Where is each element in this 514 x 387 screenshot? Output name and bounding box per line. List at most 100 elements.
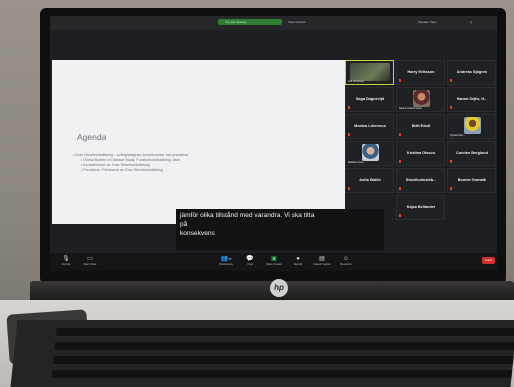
window-controls[interactable]: [] ...: [470, 20, 475, 24]
muted-mic-icon: [450, 187, 452, 190]
view-options-button[interactable]: View Options: [288, 20, 306, 24]
hp-logo: hp: [270, 279, 288, 297]
muted-mic-icon: [399, 160, 401, 163]
participant-tile[interactable]: Bonnie Granath: [447, 168, 496, 193]
reactions-button[interactable]: ☺ Reactions: [336, 255, 356, 266]
participant-label: Jeff Lönnberg: [348, 80, 364, 83]
participant-tile[interactable]: Anita Wallin: [345, 168, 394, 193]
participant-name: Britt Edulf: [411, 124, 431, 128]
share-screen-label: Share Screen: [266, 263, 282, 266]
speaker-view-button[interactable]: Speaker View: [418, 20, 436, 24]
participant-name: Andreas Sjögren: [456, 70, 488, 74]
chat-button[interactable]: 💬 Chat: [240, 255, 260, 266]
keyboard: [10, 320, 514, 387]
participant-label: Sanna Guttormsson: [399, 107, 423, 110]
record-icon: ●: [296, 256, 300, 262]
reactions-label: Reactions: [340, 263, 352, 266]
participant-name: Bonnie Granath: [457, 178, 487, 182]
chat-label: Chat: [247, 263, 253, 266]
key-row: [52, 356, 514, 364]
caption-line: konsekvens: [180, 230, 215, 237]
smiley-icon: ☺: [342, 256, 350, 262]
participant-tile[interactable]: Andreas Sjögren: [447, 60, 496, 85]
muted-mic-icon: [399, 214, 401, 217]
participant-name: Monica Lönnroos: [354, 124, 386, 128]
muted-mic-icon: [348, 133, 350, 136]
participants-label: Participants: [219, 263, 233, 266]
participant-tile[interactable]: Mattias Löwe...: [345, 141, 394, 166]
caption-line: jämför olika tillstånd med varandra. Vi …: [180, 212, 315, 219]
slide-bullet-text: Global Burden of Disease Study: Funktion…: [83, 158, 180, 162]
participant-tile[interactable]: Kristina Olsson: [396, 141, 445, 166]
participant-tile[interactable]: Sanna Guttormsson: [396, 87, 445, 112]
key-row: [55, 328, 514, 336]
participant-gallery: Jeff Lönnberg Harry Eriksson Andreas Sjö…: [345, 60, 497, 230]
record-button[interactable]: ● Record: [288, 255, 308, 266]
muted-mic-icon: [450, 79, 452, 82]
participant-tile[interactable]: Britt Edulf: [396, 114, 445, 139]
slide-bullet-text: Prevalens / Förekomst av Grav Hörselneds…: [83, 168, 163, 172]
share-status-text: You are viewing ...: [225, 20, 250, 24]
slide-title: Agenda: [77, 132, 107, 142]
muted-mic-icon: [348, 187, 350, 190]
participants-count: 25: [228, 257, 232, 261]
microphone-icon: 🎙: [62, 256, 70, 262]
participant-name: Stockholmsbib...: [405, 178, 437, 182]
participant-name: Kristina Olsson: [406, 151, 436, 155]
muted-mic-icon: [399, 187, 401, 190]
participant-tile[interactable]: Saga Dagnevijd: [345, 87, 394, 112]
participant-tile[interactable]: Harry Eriksson: [396, 60, 445, 85]
muted-mic-icon: [450, 106, 452, 109]
participant-video: [362, 144, 379, 161]
participant-label: Mattias Löwe...: [348, 161, 366, 164]
participant-tile[interactable]: Carolen Berglund: [447, 141, 496, 166]
meeting-toolbar: 🎙 Unmute ▭ Start Video 👥25 Participants 💬 Ch…: [50, 253, 497, 271]
muted-mic-icon: [399, 79, 401, 82]
participant-label: Sylvia Fäst...: [450, 134, 465, 137]
participant-name: Anita Wallin: [359, 178, 381, 182]
start-video-label: Start Video: [83, 263, 97, 266]
camera-icon: ▭: [87, 256, 93, 262]
participant-tile[interactable]: Hanna Sejfiz, H...: [447, 87, 496, 112]
share-screen-icon: ▣: [271, 256, 277, 262]
participant-name: Kajsa Bellander: [406, 205, 436, 209]
participant-name: Harry Eriksson: [407, 70, 435, 74]
record-label: Record: [293, 263, 303, 266]
slide-sub-bullet: • Prevalens / Förekomst av Grav Hörselne…: [81, 168, 163, 172]
slide-bullet-text: Konsekvenser av Grav Hörselnedsättning: [83, 163, 150, 167]
muted-mic-icon: [348, 106, 350, 109]
muted-mic-icon: [450, 160, 452, 163]
participant-video: [464, 117, 481, 134]
muted-mic-icon: [399, 133, 401, 136]
participant-name: Carolen Berglund: [456, 151, 488, 155]
participants-icon: 👥25: [220, 256, 232, 262]
participant-tile[interactable]: Sylvia Fäst...: [447, 114, 496, 139]
participant-name: Hanna Sejfiz, H...: [456, 97, 488, 101]
closed-caption-icon: ▤: [319, 256, 325, 262]
slide-bullet-text: Grav Hörselnedsättning – svårighetsgrad,…: [75, 153, 189, 157]
caption-line: på: [180, 221, 188, 228]
participant-video: [413, 90, 430, 107]
unmute-label: Unmute: [61, 263, 71, 266]
participants-button[interactable]: 👥25 Participants: [216, 255, 236, 266]
participant-video: [350, 63, 390, 81]
unmute-button[interactable]: 🎙 Unmute: [56, 255, 76, 266]
live-caption-box: jämför olika tillstånd med varandra. Vi …: [176, 209, 384, 250]
slide-bullet-list: • Grav Hörselnedsättning – svårighetsgra…: [73, 153, 303, 173]
participant-name: Saga Dagnevijd: [355, 97, 385, 101]
participant-tile[interactable]: Kajsa Bellander: [396, 195, 445, 220]
key-row: [54, 342, 514, 350]
chat-icon: 💬: [246, 256, 254, 262]
key-row: [51, 370, 513, 378]
participant-tile[interactable]: Stockholmsbib...: [396, 168, 445, 193]
participant-tile[interactable]: Jeff Lönnberg: [345, 60, 394, 85]
leave-meeting-button[interactable]: Leave: [482, 257, 495, 264]
closed-caption-label: Closed Caption: [313, 263, 331, 266]
share-screen-button[interactable]: ▣ Share Screen: [264, 255, 284, 266]
zoom-window: You are viewing ... View Options Speaker…: [50, 16, 497, 271]
zoom-top-bar: You are viewing ... View Options Speaker…: [50, 16, 497, 30]
shared-slide: Agenda • Grav Hörselnedsättning – svårig…: [52, 60, 345, 224]
start-video-button[interactable]: ▭ Start Video: [80, 255, 100, 266]
closed-caption-button[interactable]: ▤ Closed Caption: [312, 255, 332, 266]
participant-tile[interactable]: Monica Lönnroos: [345, 114, 394, 139]
